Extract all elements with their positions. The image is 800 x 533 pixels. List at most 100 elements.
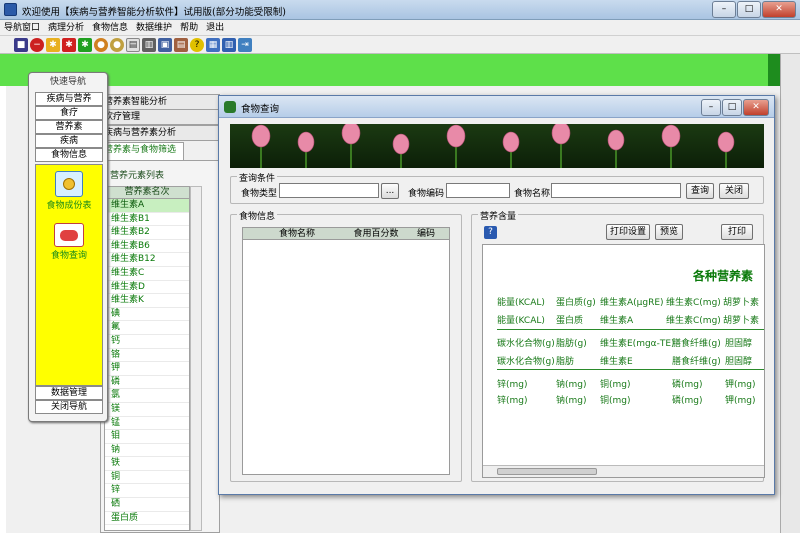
menu-nav-window[interactable]: 导航窗口	[0, 20, 44, 36]
nav-diet-therapy[interactable]: 食疗	[35, 106, 103, 120]
food-type-browse-button[interactable]: ...	[381, 183, 399, 199]
nav-disease[interactable]: 疾病	[35, 134, 103, 148]
food-code-input[interactable]	[446, 183, 510, 198]
list-item[interactable]: 钼	[105, 430, 189, 444]
nutrient-label: 能量(KCAL)	[497, 298, 545, 308]
apple-icon[interactable]: ●	[110, 37, 124, 52]
save-icon[interactable]: ■	[14, 37, 28, 52]
list-item[interactable]: 维生素B6	[105, 240, 189, 254]
list-item[interactable]: 钙	[105, 335, 189, 349]
food-info-label: 食物信息	[237, 209, 278, 222]
bg-window-smart-analysis[interactable]: 营养素智能分析	[100, 94, 220, 110]
stop-icon[interactable]: −	[30, 37, 44, 52]
food-type-input[interactable]	[279, 183, 379, 198]
nutrient-list-header: 营养素名次	[105, 187, 189, 199]
main-title-bar: 欢迎使用【疾病与营养智能分析软件】试用版(部分功能受限制) – □ ✕	[0, 0, 800, 20]
nutrient-label: 碳水化合物(g)	[497, 339, 555, 349]
bug-icon[interactable]: ✱	[62, 37, 76, 52]
close-dialog-button[interactable]: 关闭	[719, 183, 749, 199]
list-item[interactable]: 维生素D	[105, 281, 189, 295]
list-item[interactable]: 钠	[105, 444, 189, 458]
food-query-icon[interactable]	[54, 223, 84, 247]
preview-button[interactable]: 预览	[655, 224, 683, 240]
dialog-title: 食物查询	[241, 104, 280, 115]
nutrient-list: 营养素名次 维生素A 维生素B1 维生素B2 维生素B6 维生素B12 维生素C…	[104, 186, 190, 531]
divider	[497, 329, 764, 330]
list-item[interactable]: 维生素K	[105, 294, 189, 308]
export-icon[interactable]: ▤	[174, 37, 188, 52]
list-item[interactable]: 铜	[105, 471, 189, 485]
list-item[interactable]: 维生素C	[105, 267, 189, 281]
minimize-button[interactable]: –	[712, 1, 736, 18]
food-query-dialog: 食物查询 – □ ✕ 查询条件 食物类型 ... 食物编码 食物名称 查询 关闭…	[218, 95, 775, 495]
food-composition-icon[interactable]	[55, 171, 83, 197]
help-icon[interactable]: ?	[484, 226, 497, 239]
dialog-close-button[interactable]: ✕	[743, 99, 769, 116]
bg-window-diet-management[interactable]: 饮疗管理	[100, 109, 220, 125]
print-settings-button[interactable]: 打印设置	[606, 224, 650, 240]
scrollbar-thumb[interactable]	[497, 468, 597, 475]
chart-icon[interactable]: ▥	[142, 37, 156, 52]
tab-label: 营养素与食物筛选	[104, 145, 177, 155]
document-icon[interactable]: ▤	[126, 37, 140, 52]
list-item[interactable]: 维生素B1	[105, 213, 189, 227]
menu-help[interactable]: 帮助	[176, 20, 202, 36]
menu-pathology[interactable]: 病理分析	[44, 20, 88, 36]
dialog-maximize-button[interactable]: □	[722, 99, 742, 116]
list-item[interactable]: 碘	[105, 308, 189, 322]
list-item[interactable]: 锌	[105, 484, 189, 499]
help-icon[interactable]: ?	[190, 37, 204, 52]
database-icon[interactable]: ▥	[222, 37, 236, 52]
nav-disease-nutrition[interactable]: 疾病与营养	[35, 92, 103, 106]
list-item[interactable]: 钾	[105, 362, 189, 376]
list-item[interactable]: 锰	[105, 417, 189, 431]
column-food-name[interactable]: 食物名称	[243, 228, 351, 240]
app-icon	[4, 3, 17, 16]
users-icon[interactable]: ▦	[206, 37, 220, 52]
list-item[interactable]: 镁	[105, 403, 189, 417]
list-item[interactable]: 维生素A	[105, 199, 189, 213]
list-item[interactable]: 维生素B12	[105, 253, 189, 267]
exit-icon[interactable]: ⇥	[238, 37, 252, 52]
nav-food-composition-table[interactable]: 食物成份表	[36, 201, 102, 211]
printer-icon[interactable]: ▣	[158, 37, 172, 52]
close-button[interactable]: ✕	[762, 1, 796, 18]
query-conditions-label: 查询条件	[237, 171, 278, 184]
nav-food-info[interactable]: 食物信息	[35, 148, 103, 162]
list-item[interactable]: 磷	[105, 376, 189, 390]
food-info-grid[interactable]: 食物名称 食用百分数 编码	[242, 227, 450, 475]
menu-data-maintenance[interactable]: 数据维护	[132, 20, 176, 36]
list-item[interactable]: 氯	[105, 389, 189, 403]
list-item[interactable]: 维生素B2	[105, 226, 189, 240]
menu-exit[interactable]: 退出	[202, 20, 228, 36]
list-item[interactable]: 铁	[105, 457, 189, 471]
tab-nutrient-food-filter[interactable]: 营养素与食物筛选	[100, 142, 184, 160]
menu-food-info[interactable]: 食物信息	[88, 20, 132, 36]
list-item[interactable]: 硒	[105, 498, 189, 512]
bg-window-disease-nutrient[interactable]: 疾病与营养素分析	[100, 125, 220, 141]
gear-icon[interactable]: ✱	[46, 37, 60, 52]
dialog-minimize-button[interactable]: –	[701, 99, 721, 116]
food-name-input[interactable]	[551, 183, 681, 198]
nav-data-management[interactable]: 数据管理	[35, 386, 103, 400]
nutrient-value: 维生素E	[600, 357, 633, 367]
list-item[interactable]: 蛋白质	[105, 512, 189, 526]
nutrient-list-scrollbar[interactable]	[190, 186, 202, 531]
nutrient-report-panel: 各种营养素 能量(KCAL) 蛋白质(g) 维生素A(μgRE) 维生素C(mg…	[482, 244, 765, 478]
print-button[interactable]: 打印	[721, 224, 753, 240]
query-button[interactable]: 查询	[686, 183, 714, 199]
leaf-icon[interactable]: ✱	[78, 37, 92, 52]
column-code[interactable]: 编码	[401, 228, 451, 240]
report-horizontal-scrollbar[interactable]	[483, 465, 764, 477]
nav-close-navigation[interactable]: 关闭导航	[35, 400, 103, 414]
list-item[interactable]: 氟	[105, 321, 189, 335]
maximize-button[interactable]: □	[737, 1, 761, 18]
fruit-icon[interactable]: ●	[94, 37, 108, 52]
nav-food-query[interactable]: 食物查询	[36, 251, 102, 261]
list-item[interactable]: 铬	[105, 349, 189, 363]
menu-bar: 导航窗口 病理分析 食物信息 数据维护 帮助 退出	[0, 20, 800, 36]
nutrient-value: 胆固醇	[725, 357, 753, 367]
nav-nutrients[interactable]: 营养素	[35, 120, 103, 134]
divider	[497, 369, 764, 370]
column-edible-percent[interactable]: 食用百分数	[351, 228, 401, 240]
